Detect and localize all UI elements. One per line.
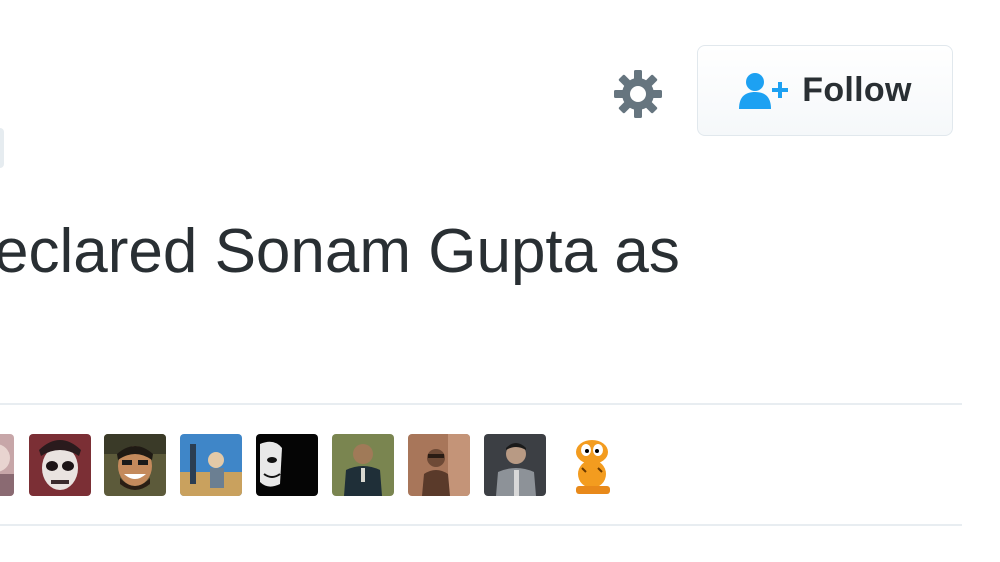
partial-element (0, 128, 4, 168)
liker-avatars (0, 434, 700, 496)
follow-button-label: Follow (802, 71, 912, 109)
avatar[interactable] (29, 434, 91, 496)
avatar[interactable] (256, 434, 318, 496)
avatar[interactable] (408, 434, 470, 496)
tweet-card: Follow eclared Sonam Gupta as (0, 0, 1000, 562)
avatar[interactable] (332, 434, 394, 496)
avatar[interactable] (562, 434, 624, 496)
avatar[interactable] (484, 434, 546, 496)
avatar[interactable] (180, 434, 242, 496)
user-follow-icon (738, 71, 790, 111)
gear-icon[interactable] (612, 68, 664, 120)
divider (0, 403, 962, 405)
avatar[interactable] (0, 434, 14, 496)
follow-button[interactable]: Follow (697, 45, 953, 136)
divider (0, 524, 962, 526)
tweet-text: eclared Sonam Gupta as (0, 217, 680, 286)
avatar[interactable] (104, 434, 166, 496)
